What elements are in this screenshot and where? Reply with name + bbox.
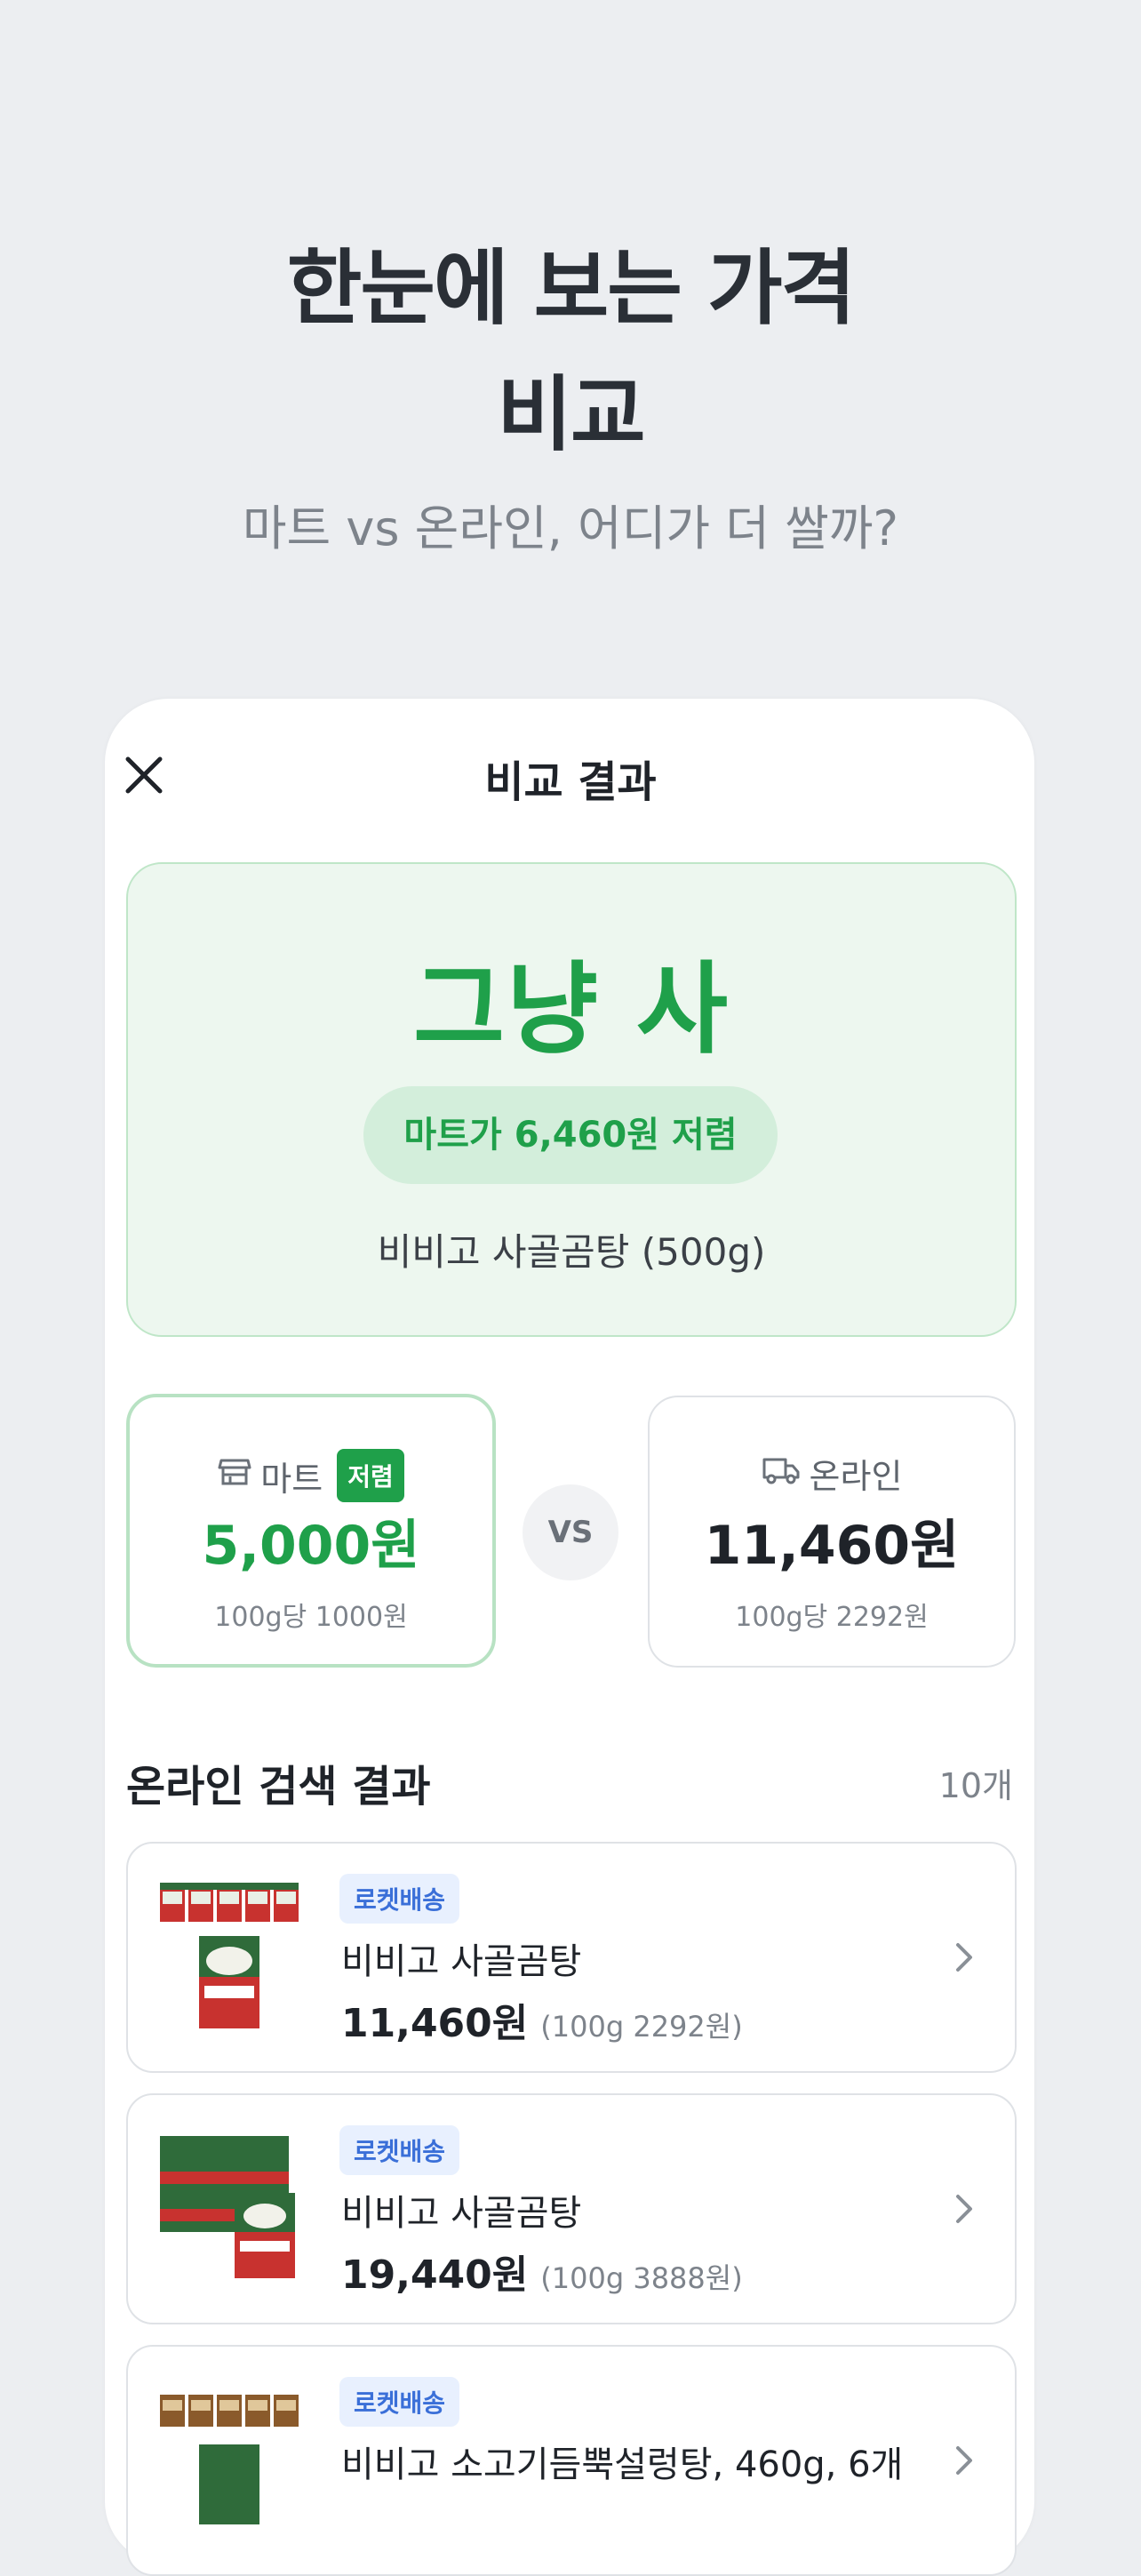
results-count: 10개 xyxy=(938,1766,1013,1805)
item-price-row: 19,440원 (100g 3888원) xyxy=(341,2243,743,2300)
truck-icon xyxy=(762,1454,801,1493)
rocket-delivery-tag: 로켓배송 xyxy=(339,2125,460,2175)
hero-title-line2: 비교 xyxy=(497,367,645,462)
hero-subtitle: 마트 vs 온라인, 어디가 더 쌀까? xyxy=(242,500,899,556)
item-price: 11,460원 xyxy=(341,2001,529,2046)
results-title: 온라인 검색 결과 xyxy=(126,1762,431,1812)
mart-unit-price: 100g당 1000원 xyxy=(214,1602,408,1633)
item-price: 19,440원 xyxy=(341,2252,529,2298)
item-name: 비비고 소고기듬뿍설렁탕, 460g, 6개 xyxy=(341,2444,904,2485)
mart-card-header: 마트 저렴 xyxy=(130,1449,492,1502)
online-label: 온라인 xyxy=(809,1457,903,1496)
item-price-row: 11,460원 (100g 2292원) xyxy=(341,1991,743,2048)
product-thumbnail xyxy=(160,2382,302,2533)
item-unit-price: (100g 2292원) xyxy=(540,2010,743,2044)
product-name: 비비고 사골곰탕 (500g) xyxy=(377,1230,766,1274)
online-unit-price: 100g당 2292원 xyxy=(735,1602,929,1633)
mart-label: 마트 xyxy=(260,1459,323,1499)
online-card-header: 온라인 xyxy=(650,1449,1014,1498)
product-thumbnail xyxy=(160,2131,302,2282)
item-unit-price: (100g 3888원) xyxy=(540,2261,743,2295)
online-price-card: 온라인 11,460원 100g당 2292원 xyxy=(648,1396,1016,1668)
chevron-right-icon xyxy=(956,2446,972,2475)
cheap-badge: 저렴 xyxy=(337,1449,404,1502)
chevron-right-icon xyxy=(956,2195,972,2223)
vs-badge: VS xyxy=(523,1484,618,1580)
list-item[interactable]: 로켓배송 비비고 사골곰탕 11,460원 (100g 2292원) xyxy=(126,1842,1017,2073)
product-thumbnail xyxy=(160,1879,302,2030)
item-name: 비비고 사골곰탕 xyxy=(341,2193,582,2234)
list-item[interactable]: 로켓배송 비비고 사골곰탕 19,440원 (100g 3888원) xyxy=(126,2093,1017,2324)
savings-pill: 마트가 6,460원 저렴 xyxy=(363,1086,778,1184)
mart-price-card: 마트 저렴 5,000원 100g당 1000원 xyxy=(126,1394,496,1668)
verdict-text: 그냥 사 xyxy=(412,952,730,1068)
online-price: 11,460원 xyxy=(704,1515,960,1577)
rocket-delivery-tag: 로켓배송 xyxy=(339,2377,460,2427)
chevron-right-icon xyxy=(956,1943,972,1972)
mart-price: 5,000원 xyxy=(202,1515,420,1577)
store-icon xyxy=(218,1456,251,1495)
rocket-delivery-tag: 로켓배송 xyxy=(339,1874,460,1924)
hero-title-line1: 한눈에 보는 가격 xyxy=(286,241,857,336)
item-name: 비비고 사골곰탕 xyxy=(341,1941,582,1982)
screen-title: 비교 결과 xyxy=(484,757,657,807)
list-item[interactable]: 로켓배송 비비고 소고기듬뿍설렁탕, 460g, 6개 xyxy=(126,2345,1017,2576)
